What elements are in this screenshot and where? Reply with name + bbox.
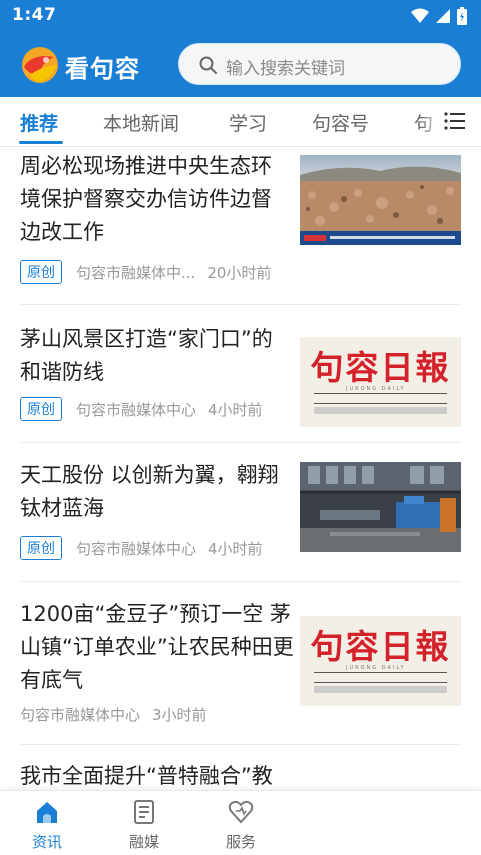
status-icons xyxy=(411,7,467,25)
newspaper-masthead: 句容日報 JURONG DAILY xyxy=(300,337,461,427)
news-title: 我市全面提升“普特融合”教 xyxy=(20,764,273,788)
original-badge: 原创 xyxy=(20,397,62,421)
document-icon xyxy=(134,800,154,824)
header-band xyxy=(314,686,447,693)
news-meta: 句容市融媒体中心 3小时前 xyxy=(20,704,207,725)
news-time: 3小时前 xyxy=(152,706,207,724)
news-title: 1200亩“金豆子”预订一空 茅山镇“订单农业”让农民种田更有底气 xyxy=(20,602,294,692)
nav-item-media[interactable]: 融媒 xyxy=(109,799,179,852)
news-title: 周必松现场推进中央生态环境保护督察交办信访件边督边改工作 xyxy=(20,154,272,244)
app-bar: 看句容 输入搜索关键词 xyxy=(0,36,481,94)
news-time: 4小时前 xyxy=(208,539,263,558)
rule-line xyxy=(314,682,447,683)
news-title: 茅山风景区打造“家门口”的和谐防线 xyxy=(20,327,273,384)
tab-local-news[interactable]: 本地新闻 xyxy=(103,109,179,136)
nav-item-news[interactable]: 资讯 xyxy=(12,799,82,852)
news-item[interactable]: 周必松现场推进中央生态环境保护督察交办信访件边督边改工作 原创 句容市融媒体中.… xyxy=(0,147,481,304)
tab-study[interactable]: 学习 xyxy=(229,109,267,136)
news-source: 句容市融媒体中心 xyxy=(20,706,141,724)
search-placeholder: 输入搜索关键词 xyxy=(226,59,345,79)
nav-label: 服务 xyxy=(225,833,256,851)
rule-line xyxy=(314,393,447,394)
status-time: 1:47 xyxy=(12,5,57,25)
wifi-icon xyxy=(411,8,429,23)
nav-label: 融媒 xyxy=(128,833,159,851)
news-thumbnail-newspaper: 句容日報 JURONG DAILY xyxy=(300,337,461,427)
original-badge: 原创 xyxy=(20,536,62,560)
news-meta: 原创 句容市融媒体中心 4小时前 xyxy=(20,536,263,560)
status-bar: 1:47 xyxy=(0,0,481,32)
app-name: 看句容 xyxy=(65,55,140,83)
tab-jurong-hao[interactable]: 句容号 xyxy=(312,109,369,136)
list-menu-icon xyxy=(444,112,465,130)
news-source: 句容市融媒体中... xyxy=(76,263,196,282)
newspaper-name: 句容日報 xyxy=(310,627,451,666)
news-item[interactable]: 天工股份 以创新为翼，翱翔钛材蓝海 原创 句容市融媒体中心 4小时前 xyxy=(0,443,481,581)
nav-item-services[interactable]: 服务 xyxy=(206,799,276,852)
news-thumbnail-factory-photo xyxy=(300,462,461,552)
news-title: 天工股份 以创新为翼，翱翔钛材蓝海 xyxy=(20,463,279,520)
news-meta: 原创 句容市融媒体中... 20小时前 xyxy=(20,260,271,284)
news-item[interactable]: 我市全面提升“普特融合”教 xyxy=(0,745,481,790)
original-badge: 原创 xyxy=(20,260,62,284)
tab-recommended[interactable]: 推荐 xyxy=(20,109,58,136)
search-input[interactable]: 输入搜索关键词 xyxy=(178,43,461,85)
newspaper-name: 句容日報 xyxy=(310,348,451,387)
home-icon xyxy=(37,802,57,823)
bottom-nav: 资讯 融媒 服务 xyxy=(0,790,481,855)
news-time: 4小时前 xyxy=(208,400,263,419)
battery-icon xyxy=(457,7,467,25)
news-source: 句容市融媒体中心 xyxy=(76,400,197,419)
rule-line xyxy=(314,672,447,673)
heart-icon xyxy=(228,800,254,824)
news-time: 20小时前 xyxy=(207,263,272,282)
news-thumbnail-field-photo xyxy=(300,155,461,245)
signal-icon xyxy=(436,9,450,23)
news-meta: 原创 句容市融媒体中心 4小时前 xyxy=(20,397,263,421)
rule-line xyxy=(314,403,447,404)
search-icon xyxy=(199,56,217,74)
channel-tabs: 推荐 本地新闻 学习 句容号 句 xyxy=(0,97,481,147)
nav-label: 资讯 xyxy=(31,833,62,851)
newspaper-subtitle: JURONG DAILY xyxy=(346,665,406,671)
news-item[interactable]: 茅山风景区打造“家门口”的和谐防线 句容日報 JURONG DAILY 原创 句… xyxy=(0,305,481,442)
active-tab-indicator xyxy=(19,141,63,144)
news-thumbnail-newspaper: 句容日報 JURONG DAILY xyxy=(300,616,461,706)
news-source: 句容市融媒体中心 xyxy=(76,539,197,558)
channel-menu-button[interactable] xyxy=(443,109,471,135)
news-item[interactable]: 1200亩“金豆子”预订一空 茅山镇“订单农业”让农民种田更有底气 句容日報 J… xyxy=(0,582,481,744)
newspaper-masthead: 句容日報 JURONG DAILY xyxy=(300,616,461,706)
news-list: 周必松现场推进中央生态环境保护督察交办信访件边督边改工作 原创 句容市融媒体中.… xyxy=(0,147,481,790)
app-logo-icon xyxy=(22,47,58,83)
header-band xyxy=(314,407,447,414)
header: 1:47 看句容 输入搜索关键词 xyxy=(0,0,481,97)
newspaper-subtitle: JURONG DAILY xyxy=(346,386,406,392)
